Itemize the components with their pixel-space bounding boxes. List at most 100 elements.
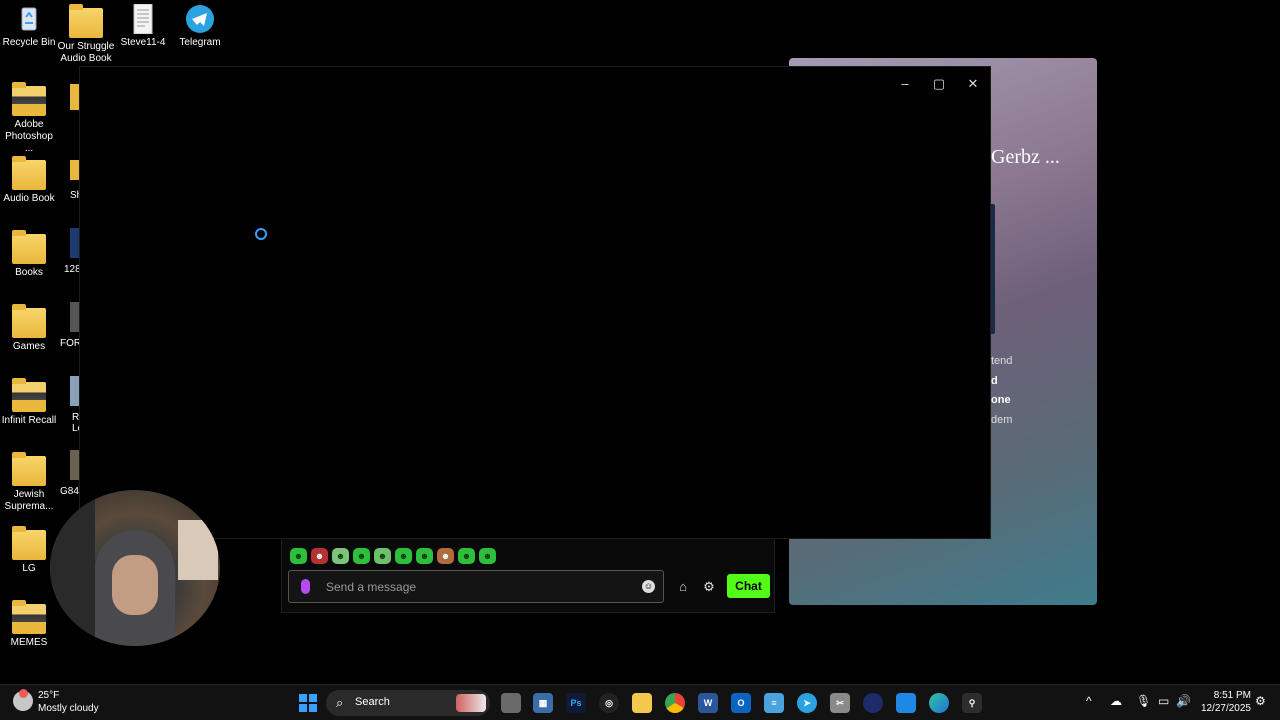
emote-button[interactable]: ☻ (332, 548, 349, 564)
store-icon[interactable]: ⌂ (674, 579, 692, 595)
desktop-icon-adobe-photoshop[interactable]: Adobe Photoshop ... (0, 82, 58, 155)
emote-button[interactable]: ☻ (458, 548, 475, 564)
desktop-icon-steve11-4[interactable]: Steve11-4 (114, 3, 172, 49)
network-icon[interactable]: ▭ (1158, 694, 1169, 708)
emote-button[interactable]: ☻ (290, 548, 307, 564)
windows-logo-pane (309, 694, 317, 702)
desktop-icon-books[interactable]: Books (0, 230, 58, 279)
windows-logo-pane (309, 704, 317, 712)
emote-button[interactable]: ☻ (437, 548, 454, 564)
folder-icon (12, 452, 46, 486)
desktop-icon-label: Games (12, 341, 46, 352)
desktop-icon-label: Adobe Photoshop ... (5, 119, 53, 154)
store-app-icon[interactable] (896, 693, 916, 713)
close-button[interactable]: ✕ (956, 75, 990, 95)
search-highlight-icon (456, 694, 486, 712)
emote-button[interactable]: ☻ (353, 548, 370, 564)
partial-desktop-icon[interactable] (60, 84, 80, 110)
desktop-icon-telegram[interactable]: Telegram (171, 4, 229, 49)
clock-time[interactable]: 8:51 PM (1205, 690, 1251, 701)
app-icon[interactable] (863, 693, 883, 713)
partial-icon-label: Sh (70, 190, 80, 201)
photoshop-icon[interactable]: Ps (566, 693, 586, 713)
settings-gear-icon[interactable]: ⚙ (700, 579, 718, 595)
folder-icon (12, 156, 46, 190)
folder-icon (12, 600, 46, 634)
emote-button[interactable]: ☻ (395, 548, 412, 564)
background-window-text: d (991, 375, 998, 387)
task-view-icon[interactable] (501, 693, 521, 713)
background-window-text: one (991, 394, 1011, 406)
desktop-icon-label: Audio Book (3, 193, 55, 204)
desktop-icon-our-struggle[interactable]: Our Struggle Audio Book (57, 4, 115, 65)
chevron-up-icon[interactable]: ^ (1086, 694, 1092, 708)
onedrive-icon[interactable]: ☁ (1110, 694, 1122, 708)
partial-desktop-icon[interactable]: FOR (60, 302, 80, 349)
taskbar-search[interactable]: ⌕ Search (326, 690, 490, 716)
partial-desktop-icon[interactable]: 128 (60, 228, 80, 275)
webcam-overlay (50, 490, 220, 646)
emote-button[interactable]: ☻ (374, 548, 391, 564)
weather-temperature[interactable]: 25°F (38, 690, 59, 701)
desktop-icon-infinit-recall[interactable]: Infinit Recall (0, 378, 58, 427)
partial-desktop-icon[interactable]: Re Le (60, 376, 80, 434)
calculator-icon[interactable]: ▦ (533, 693, 553, 713)
folder-icon (69, 4, 103, 38)
background-window-text: dem (991, 414, 1013, 426)
telegram-taskbar-icon[interactable]: ➤ (797, 693, 817, 713)
weather-icon[interactable] (13, 689, 33, 711)
chat-message-input[interactable]: Send a message ☺ (288, 570, 664, 603)
volume-icon[interactable]: 🔊 (1176, 694, 1191, 708)
desktop-icon-audio-book[interactable]: Audio Book (0, 156, 58, 205)
notification-icon[interactable]: ⚙ (1255, 694, 1266, 708)
obs-icon[interactable]: ◎ (599, 693, 619, 713)
desktop-icon-label: Recycle Bin (2, 37, 56, 48)
search-icon: ⌕ (336, 695, 344, 710)
chat-input-placeholder: Send a message (326, 580, 417, 594)
chat-panel: ☻ ☻ ☻ ☻ ☻ ☻ ☻ ☻ ☻ ☻ Send a message ☺ ⌂ ⚙… (281, 539, 775, 613)
webcam-background-frame (178, 520, 218, 580)
partial-desktop-icon[interactable]: G84g (60, 450, 80, 497)
snipping-tool-icon[interactable]: ✂ (830, 693, 850, 713)
start-button[interactable] (299, 694, 317, 712)
word-icon[interactable]: W (698, 693, 718, 713)
chat-send-button[interactable]: Chat (727, 574, 770, 598)
maximize-button[interactable]: ▢ (922, 75, 956, 95)
taskbar: 25°F Mostly cloudy ⌕ Search ▦ Ps ◎ W O ≡… (0, 684, 1280, 720)
minimize-button[interactable]: – (888, 75, 922, 95)
recording-app-icon[interactable]: ⚲ (962, 693, 982, 713)
microphone-icon[interactable] (301, 579, 310, 594)
telegram-icon (183, 4, 217, 34)
folder-icon (12, 526, 46, 560)
desktop-icon-label: Infinit Recall (1, 415, 57, 426)
desktop-icon-label: Telegram (179, 37, 221, 48)
search-label: Search (355, 696, 390, 708)
recycle-bin-icon (12, 4, 46, 34)
clock-date[interactable]: 12/27/2025 (1195, 703, 1251, 714)
file-explorer-icon[interactable] (632, 693, 652, 713)
emote-bar: ☻ ☻ ☻ ☻ ☻ ☻ ☻ ☻ ☻ ☻ (290, 548, 496, 564)
main-app-window[interactable]: – ▢ ✕ (79, 66, 991, 539)
windows-logo-icon (299, 694, 307, 702)
edge-icon[interactable] (929, 693, 949, 713)
weather-condition[interactable]: Mostly cloudy (38, 703, 99, 714)
desktop-icon-label: Our Struggle Audio Book (57, 41, 115, 64)
folder-icon (12, 82, 46, 116)
desktop-icon-recycle-bin[interactable]: Recycle Bin (0, 4, 58, 49)
emoji-picker-icon[interactable]: ☺ (642, 580, 655, 593)
desktop-icon-label: Books (15, 267, 43, 278)
outlook-icon[interactable]: O (731, 693, 751, 713)
microphone-tray-icon[interactable]: 🎙 (1136, 694, 1151, 708)
chrome-icon[interactable] (665, 693, 685, 713)
background-window-title: Gerbz ... (991, 146, 1060, 168)
partial-desktop-icon[interactable]: Sh (60, 160, 80, 201)
emote-button[interactable]: ☻ (416, 548, 433, 564)
desktop-icon-games[interactable]: Games (0, 304, 58, 353)
webcam-person-face (112, 555, 158, 615)
notepad-icon[interactable]: ≡ (764, 693, 784, 713)
folder-icon (12, 304, 46, 338)
document-icon (126, 3, 160, 35)
background-window-text: tend (991, 355, 1013, 367)
emote-button[interactable]: ☻ (479, 548, 496, 564)
emote-button[interactable]: ☻ (311, 548, 328, 564)
